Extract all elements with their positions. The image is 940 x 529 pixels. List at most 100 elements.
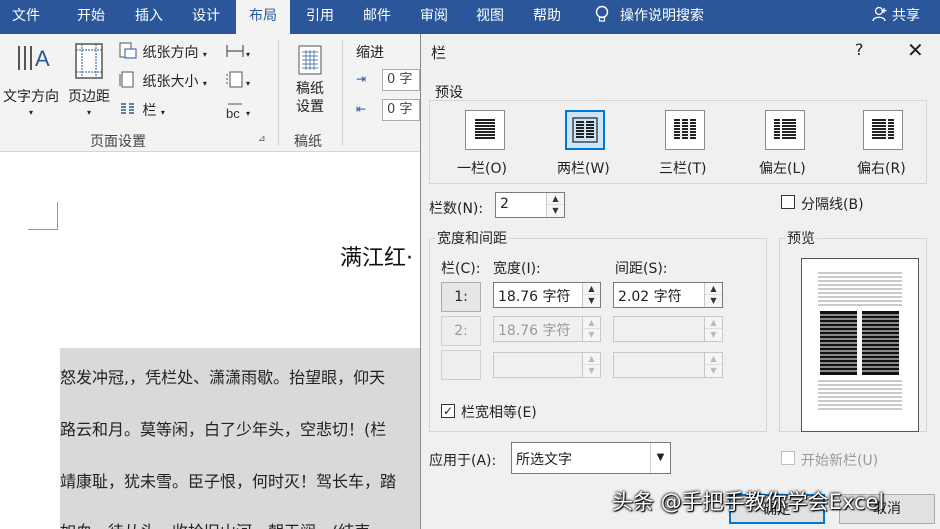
paper-setup-label: 稿纸 设置 bbox=[296, 81, 324, 115]
indent-left-input[interactable]: 0 字 bbox=[382, 69, 420, 91]
equal-width-checkbox[interactable]: ✓ bbox=[441, 404, 455, 418]
group-divider bbox=[342, 40, 343, 146]
preset-right-button[interactable] bbox=[863, 110, 903, 150]
columns-button[interactable]: 栏 ▾ bbox=[118, 100, 165, 120]
tab-view[interactable]: 视图 bbox=[465, 0, 515, 34]
left-column-icon bbox=[774, 119, 796, 139]
tab-insert[interactable]: 插入 bbox=[124, 0, 174, 34]
columns-dialog: 栏 ? ✕ 预设 一栏(O) 两栏(W) 三栏(T) 偏左(L) 偏右(R) 栏… bbox=[420, 34, 940, 529]
one-column-icon bbox=[475, 119, 495, 139]
hyphenation-button[interactable]: bc ▾ bbox=[224, 100, 250, 121]
document-page[interactable]: 满江红· 怒发冲冠,，凭栏处、潇潇雨歇。抬望眼，仰天 路云和月。莫等闲，白了少年… bbox=[0, 152, 420, 529]
orientation-label: 纸张方向 bbox=[142, 45, 199, 61]
preset-left-button[interactable] bbox=[765, 110, 805, 150]
indent-left-icon: ⇥ bbox=[356, 72, 367, 86]
columns-label: 栏 bbox=[142, 103, 157, 119]
close-button[interactable]: ✕ bbox=[907, 38, 924, 62]
col-1-spacing-value: 2.02 字符 bbox=[618, 289, 682, 305]
tab-mailings[interactable]: 邮件 bbox=[352, 0, 402, 34]
text-direction-button[interactable]: A 文字方向 ▾ bbox=[0, 40, 62, 117]
indent-right-input[interactable]: 0 字 bbox=[382, 99, 420, 121]
preset-two-button[interactable] bbox=[565, 110, 605, 150]
spin-up-icon[interactable]: ▲ bbox=[547, 193, 564, 205]
margins-label: 页边距 bbox=[68, 89, 110, 105]
spin-down-icon: ▼ bbox=[588, 366, 595, 375]
spin-up-icon[interactable]: ▲ bbox=[583, 283, 600, 295]
num-cols-label: 栏数(N): bbox=[429, 201, 484, 217]
col-3-width-spinner: ▲ ▼ bbox=[493, 352, 601, 378]
spin-down-icon: ▼ bbox=[710, 366, 717, 375]
preset-one-button[interactable] bbox=[465, 110, 505, 150]
indent-label: 缩进 bbox=[356, 45, 384, 61]
paper-setup-button[interactable]: 稿纸 设置 bbox=[284, 44, 336, 116]
tab-layout[interactable]: 布局 bbox=[236, 0, 290, 34]
tab-file[interactable]: 文件 bbox=[0, 0, 52, 34]
spin-down-icon[interactable]: ▼ bbox=[583, 295, 600, 307]
col-2-width-spinner: 18.76 字符 ▲ ▼ bbox=[493, 316, 601, 342]
tab-references[interactable]: 引用 bbox=[295, 0, 345, 34]
margins-button[interactable]: 页边距 ▾ bbox=[64, 40, 114, 117]
col-1-spacing-spinner[interactable]: 2.02 字符 ▲ ▼ bbox=[613, 282, 723, 308]
col-3-spacing-spinner: ▲ ▼ bbox=[613, 352, 723, 378]
help-button[interactable]: ? bbox=[855, 40, 864, 59]
doc-line: 靖康耻，犹未雪。臣子恨，何时灭！驾长车，踏 bbox=[60, 472, 397, 491]
chevron-down-icon: ▼ bbox=[650, 443, 670, 473]
share-button[interactable]: 共享 bbox=[872, 0, 920, 34]
lightbulb-icon bbox=[595, 5, 609, 22]
dialog-launcher-icon[interactable]: ⊿ bbox=[258, 134, 266, 144]
spacing-header: 间距(S): bbox=[615, 261, 668, 277]
paper-size-icon bbox=[119, 71, 134, 88]
tell-me-search[interactable]: 操作说明搜索 bbox=[594, 0, 704, 34]
col-1-width-spinner[interactable]: 18.76 字符 ▲ ▼ bbox=[493, 282, 601, 308]
num-cols-spinner[interactable]: 2 ▲ ▼ bbox=[495, 192, 565, 218]
columns-icon bbox=[121, 103, 134, 114]
presets-label: 预设 bbox=[435, 85, 463, 101]
spin-down-icon[interactable]: ▼ bbox=[547, 205, 564, 217]
size-button[interactable]: 纸张大小 ▾ bbox=[118, 71, 207, 91]
apply-to-select[interactable]: 所选文字 ▼ bbox=[511, 442, 671, 474]
col-1-button[interactable]: 1: bbox=[441, 282, 481, 312]
tab-help[interactable]: 帮助 bbox=[522, 0, 572, 34]
page-setup-group-label: 页面设置 bbox=[90, 134, 146, 150]
tab-design[interactable]: 设计 bbox=[181, 0, 231, 34]
right-column-icon bbox=[872, 119, 894, 139]
col-header: 栏(C): bbox=[441, 261, 481, 277]
separator-label: 分隔线(B) bbox=[801, 197, 864, 213]
spin-down-icon[interactable]: ▼ bbox=[705, 295, 722, 307]
orientation-button[interactable]: 纸张方向 ▾ bbox=[118, 42, 207, 62]
tell-me-label: 操作说明搜索 bbox=[620, 8, 704, 24]
col-2-spacing-spinner: ▲ ▼ bbox=[613, 316, 723, 342]
equal-width-label: 栏宽相等(E) bbox=[461, 405, 537, 421]
dialog-title: 栏 bbox=[431, 44, 447, 62]
doc-line: 如血，待从头，收拾旧山河，朝天阙。(结束 bbox=[60, 518, 420, 529]
preset-one-label: 一栏(O) bbox=[457, 161, 507, 177]
spin-up-icon: ▲ bbox=[705, 353, 722, 365]
doc-line: 路云和月。莫等闲，白了少年头，空悲切！(栏 bbox=[60, 420, 387, 439]
text-direction-icon: A bbox=[18, 46, 50, 71]
spin-up-icon[interactable]: ▲ bbox=[705, 283, 722, 295]
preset-left-label: 偏左(L) bbox=[759, 161, 806, 177]
col-2-button: 2: bbox=[441, 316, 481, 346]
preview-page bbox=[801, 258, 919, 432]
spin-up-icon: ▲ bbox=[583, 317, 600, 329]
paper-group-label: 稿纸 bbox=[294, 134, 322, 150]
spin-up-icon: ▲ bbox=[583, 353, 600, 365]
line-numbers-icon bbox=[226, 71, 243, 88]
preview-label: 预览 bbox=[785, 228, 817, 248]
tab-review[interactable]: 审阅 bbox=[409, 0, 459, 34]
breaks-button[interactable]: ▾ bbox=[224, 42, 250, 61]
breaks-icon bbox=[226, 45, 244, 57]
preset-two-label: 两栏(W) bbox=[557, 161, 610, 177]
line-numbers-button[interactable]: ▾ bbox=[224, 71, 250, 90]
spin-up-icon: ▲ bbox=[705, 317, 722, 329]
watermark-text: 头条 @手把手教你学会Excel bbox=[612, 490, 885, 514]
tab-home[interactable]: 开始 bbox=[66, 0, 116, 34]
hyphenation-icon: bc bbox=[226, 103, 242, 121]
new-column-checkbox bbox=[781, 451, 795, 465]
separator-checkbox[interactable] bbox=[781, 195, 795, 209]
text-direction-label: 文字方向 bbox=[3, 89, 59, 105]
preset-three-label: 三栏(T) bbox=[659, 161, 707, 177]
svg-text:A: A bbox=[35, 46, 50, 71]
ribbon-tab-bar: 文件 开始 插入 设计 布局 引用 邮件 审阅 视图 帮助 操作说明搜索 共享 bbox=[0, 0, 940, 34]
preset-three-button[interactable] bbox=[665, 110, 705, 150]
